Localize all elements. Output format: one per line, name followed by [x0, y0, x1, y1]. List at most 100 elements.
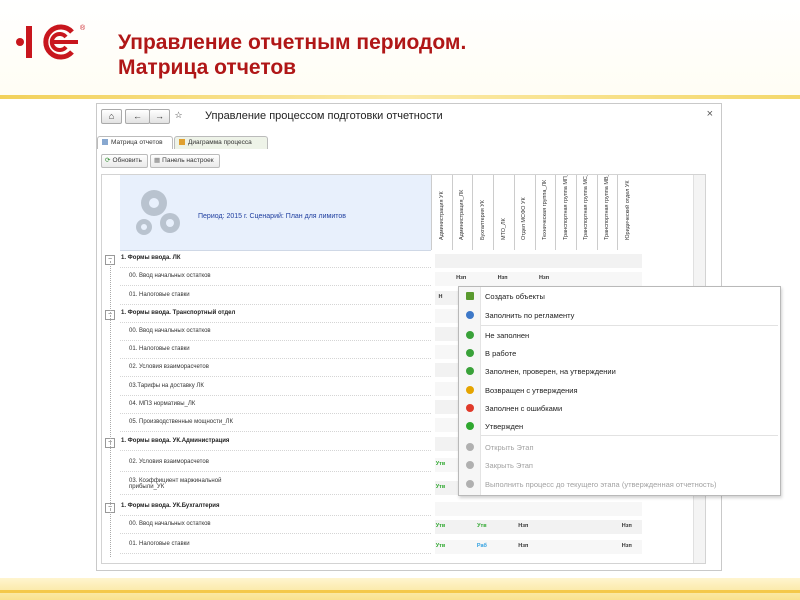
status-cell[interactable]: Утв	[431, 518, 450, 534]
status-cells-background	[435, 254, 642, 268]
column-header-label: Администрация УК	[438, 191, 445, 240]
status-cell[interactable]: Утв	[431, 456, 450, 472]
status-cell[interactable]: Нзп	[617, 538, 636, 554]
create-objects-icon	[466, 292, 474, 300]
report-row-label[interactable]: 03.Тарифы на доставку ЛК	[129, 383, 204, 389]
group-row-label[interactable]: 1. Формы ввода. Транспортный отдел	[121, 310, 235, 316]
report-row-label[interactable]: 01. Налоговые ставки	[129, 346, 190, 352]
report-row-label[interactable]: 02. Условия взаиморасчетов	[129, 364, 209, 370]
context-menu-item: Выполнить процесс до текущего этапа (утв…	[459, 476, 780, 493]
status-cell[interactable]: Нзп	[514, 538, 533, 554]
group-row-label[interactable]: 1. Формы ввода. УК.Администрация	[121, 438, 229, 444]
context-menu-item-label: Не заполнен	[485, 331, 530, 340]
report-row-label[interactable]: 03. Коэффициент маржинальной прибыли_УК	[129, 478, 249, 490]
footer-accent-band	[0, 578, 800, 600]
report-row-label[interactable]: 01. Налоговые ставки	[129, 292, 190, 298]
column-header: Администрация УК	[431, 175, 451, 250]
status-cell[interactable]: Нзп	[493, 270, 512, 286]
context-menu-item[interactable]: Заполнен с ошибками	[459, 400, 780, 417]
status-cells-background	[435, 520, 642, 534]
context-menu-item: Закрыть Этап	[459, 457, 780, 474]
tree-line	[110, 509, 111, 557]
tab-bar: Матрица отчетов Диаграмма процесса	[97, 136, 721, 149]
status-cell[interactable]: Нзп	[452, 270, 471, 286]
column-header: Юридический отдел УК	[617, 175, 638, 250]
column-header: МТО_ЛК	[493, 175, 514, 250]
arrow-right-icon[interactable]: →	[149, 109, 170, 124]
row-separator	[120, 267, 431, 268]
close-icon[interactable]: ×	[707, 108, 713, 120]
tree-line	[110, 315, 111, 449]
arrow-left-icon[interactable]: ←	[125, 109, 150, 124]
tab-label: Матрица отчетов	[111, 139, 163, 146]
row-separator	[120, 376, 431, 377]
status-cell[interactable]: Утв	[472, 518, 491, 534]
slide-title-line-2: Матрица отчетов	[118, 56, 297, 79]
status-cell[interactable]: Нзп	[535, 270, 554, 286]
slide-title-line-1: Управление отчетным периодом.	[118, 31, 467, 54]
refresh-button[interactable]: ⟳ Обновить	[101, 154, 148, 168]
report-row-label[interactable]: 00. Ввод начальных остатков	[129, 328, 211, 334]
grid-header: Период: 2015 г. Сценарий: План для лимит…	[120, 175, 431, 251]
status-cell[interactable]: Утв	[431, 479, 450, 495]
column-header-label: Бухгалтерия УК	[479, 200, 486, 240]
menu-separator	[481, 435, 778, 436]
status-cell[interactable]: Нзп	[514, 518, 533, 534]
context-menu-item[interactable]: Создать объекты	[459, 288, 780, 305]
context-menu-item-label: Заполнить по регламенту	[485, 311, 575, 320]
play-circle-icon	[466, 311, 474, 319]
status-cell[interactable]: Нзп	[617, 518, 636, 534]
report-row-label[interactable]: 04. МПЗ нормативы_ЛК	[129, 401, 195, 407]
column-header: Транспортная группа МС_ЛК	[575, 175, 596, 250]
row-separator	[120, 494, 431, 495]
status-cell[interactable]: Утв	[431, 538, 450, 554]
status-cell[interactable]: Н	[431, 289, 450, 305]
status-cells-background	[435, 502, 642, 516]
context-menu-item-label: Утвержден	[485, 422, 524, 431]
row-separator	[120, 471, 431, 472]
context-menu-item[interactable]: Заполнен, проверен, на утверждении	[459, 363, 780, 380]
tab-label: Диаграмма процесса	[188, 139, 252, 146]
context-menu-item[interactable]: Утвержден	[459, 418, 780, 435]
menu-separator	[481, 325, 778, 326]
status-cell[interactable]: Раб	[472, 538, 491, 554]
column-header-label: Техническая группа_ЛК	[542, 179, 548, 240]
context-menu-item[interactable]: Возвращен с утверждения	[459, 382, 780, 399]
row-separator	[120, 431, 431, 432]
context-menu-item-label: Возвращен с утверждения	[485, 386, 578, 395]
settings-panel-button[interactable]: ▦ Панель настроек	[150, 154, 220, 168]
group-row-label[interactable]: 1. Формы ввода. УК.Бухгалтерия	[121, 503, 219, 509]
column-header-label: Администрация_ЛК	[459, 189, 466, 240]
tab-report-matrix[interactable]: Матрица отчетов	[97, 136, 173, 149]
column-header-label: Отдел МСФО УК	[521, 197, 528, 240]
group-row-label[interactable]: 1. Формы ввода. ЛК	[121, 255, 181, 261]
context-menu-item[interactable]: В работе	[459, 345, 780, 362]
tab-process-diagram[interactable]: Диаграмма процесса	[174, 136, 268, 149]
close-stage-icon	[466, 461, 474, 469]
tree-line	[110, 443, 111, 513]
report-row-label[interactable]: 01. Налоговые ставки	[129, 541, 190, 547]
header-accent-band	[0, 95, 800, 99]
window-titlebar: ⌂ ← → ☆ Управление процессом подготовки …	[97, 104, 721, 128]
context-menu-item-label: Заполнен, проверен, на утверждении	[485, 367, 616, 376]
context-menu-item-label: Создать объекты	[485, 292, 545, 301]
context-menu-item[interactable]: Заполнить по регламенту	[459, 307, 780, 324]
context-menu-item-label: Закрыть Этап	[485, 461, 533, 470]
diagram-icon	[179, 139, 185, 145]
context-menu-item[interactable]: Не заполнен	[459, 327, 780, 344]
open-stage-icon	[466, 443, 474, 451]
star-icon[interactable]: ☆	[172, 109, 185, 122]
row-separator	[120, 450, 431, 451]
column-header: Бухгалтерия УК	[472, 175, 493, 250]
row-separator	[120, 285, 431, 286]
report-row-label[interactable]: 00. Ввод начальных остатков	[129, 521, 211, 527]
status-review-icon	[466, 367, 474, 375]
row-separator	[120, 304, 431, 305]
row-separator	[120, 358, 431, 359]
report-row-label[interactable]: 00. Ввод начальных остатков	[129, 273, 211, 279]
home-icon[interactable]: ⌂	[101, 109, 122, 124]
report-row-label[interactable]: 05. Производственные мощности_ЛК	[129, 419, 233, 425]
report-row-label[interactable]: 02. Условия взаиморасчетов	[129, 459, 209, 465]
tree-line	[110, 261, 111, 313]
row-separator	[120, 533, 431, 534]
